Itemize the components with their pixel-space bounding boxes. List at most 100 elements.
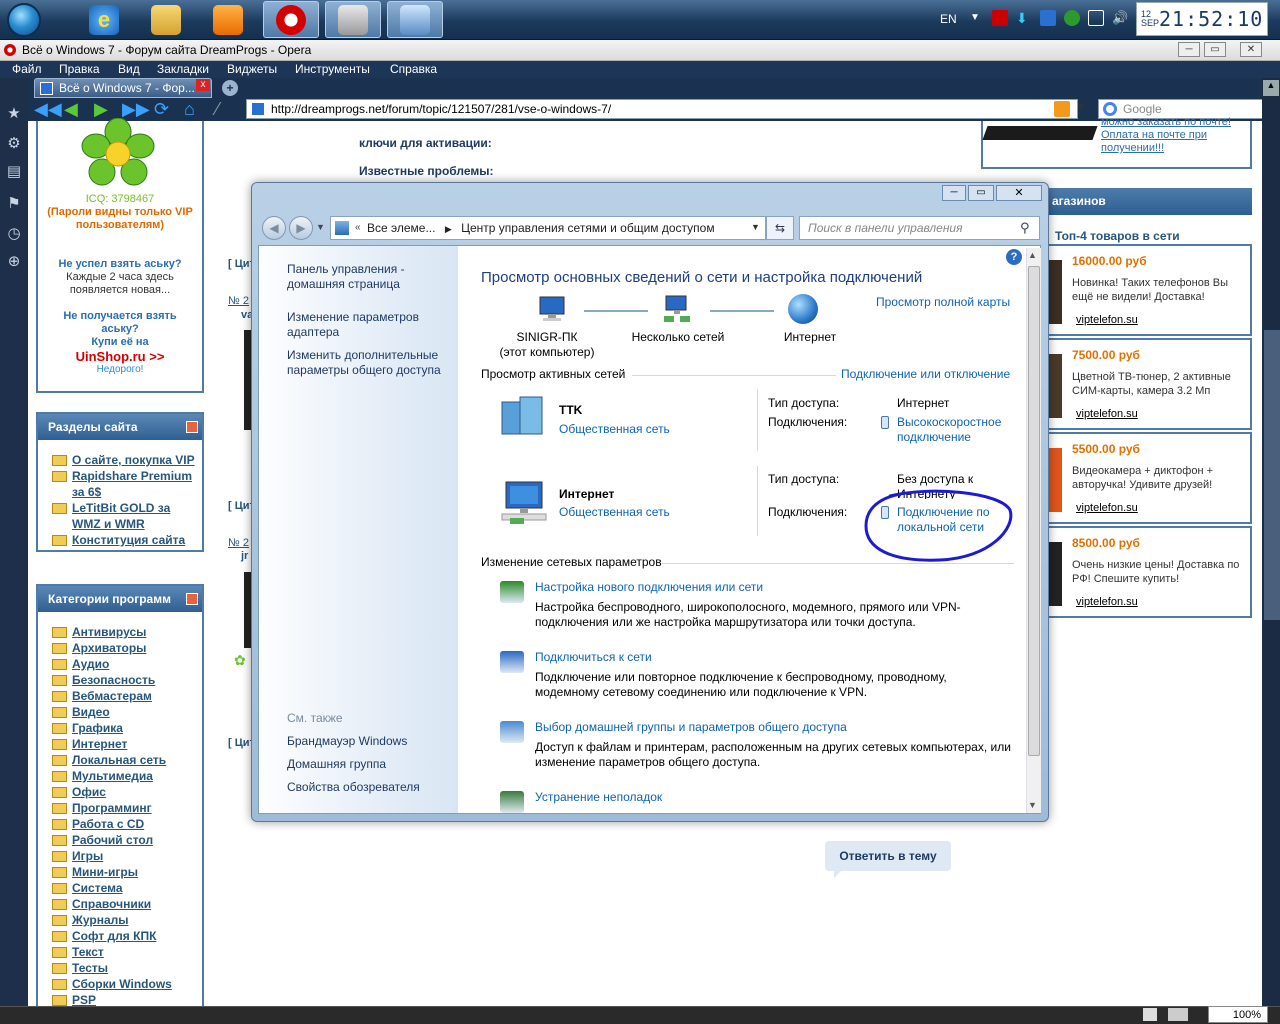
category-item[interactable]: Архиваторы xyxy=(52,640,202,656)
menu-help[interactable]: Справка xyxy=(390,61,437,77)
category-item[interactable]: Рабочий стол xyxy=(52,832,202,848)
see-also-internet-options[interactable]: Свойства обозревателя xyxy=(287,780,420,795)
taskbar-explorer-button[interactable] xyxy=(138,1,194,38)
address-dropdown-icon[interactable]: ▼ xyxy=(1076,102,1086,113)
task-link[interactable]: Устранение неполадок xyxy=(535,790,662,804)
reply-button[interactable]: Ответить в тему xyxy=(825,841,951,871)
connect-disconnect-link[interactable]: Подключение или отключение xyxy=(841,367,1010,381)
see-also-firewall[interactable]: Брандмауэр Windows xyxy=(287,734,407,749)
category-item[interactable]: Офис xyxy=(52,784,202,800)
dlg-minimize-button[interactable]: ─ xyxy=(942,185,966,201)
side-link-home[interactable]: Панель управления - домашняя страница xyxy=(287,262,437,292)
section-item[interactable]: Rapidshare Premium за 6$ xyxy=(52,468,202,500)
category-item[interactable]: Работа с CD xyxy=(52,816,202,832)
breadcrumb-item[interactable]: Центр управления сетями и общим доступом xyxy=(461,221,715,235)
wand-icon[interactable]: ⁄ xyxy=(216,98,219,120)
side-link-adapter[interactable]: Изменение параметров адаптера xyxy=(287,310,437,340)
scroll-up-icon[interactable]: ▲ xyxy=(1028,250,1037,260)
home-icon[interactable]: ⌂ xyxy=(184,98,195,120)
product-card[interactable]: 16000.00 руб Новинка! Таких телефонов Вы … xyxy=(1048,244,1252,336)
menu-view[interactable]: Вид xyxy=(118,61,140,77)
task-link[interactable]: Настройка нового подключения или сети xyxy=(535,580,763,594)
forward-icon[interactable]: ▶ xyxy=(94,98,108,120)
add-panel-icon[interactable]: ⊕ xyxy=(5,252,23,270)
bookmarks-star-icon[interactable]: ★ xyxy=(5,104,23,122)
category-item[interactable]: Интернет xyxy=(52,736,202,752)
menu-tools[interactable]: Инструменты xyxy=(295,61,370,77)
rewind-icon[interactable]: ◀◀ xyxy=(34,98,62,120)
category-item[interactable]: Мини-игры xyxy=(52,864,202,880)
order-text[interactable]: можно заказать по почте! Оплата на почте … xyxy=(1101,116,1231,155)
uinshop-link[interactable]: UinShop.ru >> xyxy=(40,349,200,364)
transfers-icon[interactable]: ⚑ xyxy=(5,194,23,212)
zoom-level[interactable]: 100% xyxy=(1208,1006,1268,1023)
network-type-link[interactable]: Общественная сеть xyxy=(559,422,670,436)
uin-question[interactable]: Не получается взять аську? xyxy=(48,310,192,336)
back-icon[interactable]: ◀ xyxy=(64,98,78,120)
post-number[interactable]: № 2 xyxy=(228,295,249,307)
taskbar-control-panel-button[interactable] xyxy=(387,1,443,38)
tray-download-icon[interactable]: ⬇ xyxy=(1016,10,1032,26)
category-item[interactable]: Текст xyxy=(52,944,202,960)
scroll-down-icon[interactable]: ▼ xyxy=(1028,800,1037,810)
see-also-homegroup[interactable]: Домашняя группа xyxy=(287,757,386,772)
dlg-close-button[interactable]: ✕ xyxy=(996,185,1042,201)
menu-widgets[interactable]: Виджеты xyxy=(227,61,277,77)
category-item[interactable]: Тесты xyxy=(52,960,202,976)
section-item[interactable]: LeTitBit GOLD за WMZ и WMR xyxy=(52,500,202,532)
dlg-search-input[interactable]: Поиск в панели управления xyxy=(799,216,1040,240)
full-map-link[interactable]: Просмотр полной карты xyxy=(876,295,1010,309)
connection-link[interactable]: Высокоскоростное подключение xyxy=(897,415,1015,445)
dlg-refresh-icon[interactable]: ⇆ xyxy=(766,216,794,240)
product-card[interactable]: 8500.00 руб Очень низкие цены! Доставка п… xyxy=(1048,526,1252,618)
language-indicator[interactable]: EN xyxy=(940,12,957,26)
search-icon[interactable]: ⚲ xyxy=(1020,220,1030,236)
notes-icon[interactable]: ▤ xyxy=(5,162,23,180)
post-author[interactable]: jr xyxy=(241,550,248,562)
tab-active[interactable]: Всё о Windows 7 - Фор... xyxy=(34,78,212,98)
breadcrumb-chevron-icon[interactable]: ▶ xyxy=(445,224,452,234)
dlg-back-button[interactable]: ◀ xyxy=(262,216,286,240)
category-item[interactable]: Безопасность xyxy=(52,672,202,688)
fast-forward-icon[interactable]: ▶▶ xyxy=(122,98,150,120)
category-item[interactable]: Вебмастерам xyxy=(52,688,202,704)
dlg-maximize-button[interactable]: ▭ xyxy=(968,185,994,201)
maximize-button[interactable]: ▭ xyxy=(1204,42,1226,57)
task-link[interactable]: Подключиться к сети xyxy=(535,650,652,664)
reload-icon[interactable]: ⟳ xyxy=(154,98,169,120)
tray-lastfm-icon[interactable] xyxy=(992,10,1008,26)
category-item[interactable]: Мультимедиа xyxy=(52,768,202,784)
new-tab-icon[interactable]: + xyxy=(222,80,238,96)
product-card[interactable]: 7500.00 руб Цветной ТВ-тюнер, 2 активные … xyxy=(1048,338,1252,430)
task-link[interactable]: Выбор домашней группы и параметров общег… xyxy=(535,720,847,734)
breadcrumb-dropdown-icon[interactable]: ▼ xyxy=(751,222,760,232)
taskbar-ie-button[interactable]: e xyxy=(76,1,132,38)
taskbar-network-button[interactable] xyxy=(325,1,381,38)
category-item[interactable]: Софт для КПК xyxy=(52,928,202,944)
menu-file[interactable]: Файл xyxy=(12,61,42,77)
tray-network-icon[interactable] xyxy=(1088,10,1104,26)
address-field[interactable]: http://dreamprogs.net/forum/topic/121507… xyxy=(246,99,1078,119)
section-item[interactable]: О сайте, покупка VIP xyxy=(52,452,202,468)
close-button[interactable]: ✕ xyxy=(1240,42,1262,57)
settings-gear-icon[interactable]: ⚙ xyxy=(5,134,23,152)
tray-volume-icon[interactable]: 🔊 xyxy=(1112,10,1128,26)
network-type-link[interactable]: Общественная сеть xyxy=(559,505,670,519)
image-toggle-icon[interactable] xyxy=(1168,1008,1188,1021)
category-item[interactable]: Сборки Windows xyxy=(52,976,202,992)
category-item[interactable]: Программинг xyxy=(52,800,202,816)
minimize-button[interactable]: ─ xyxy=(1178,42,1200,57)
menu-bookmarks[interactable]: Закладки xyxy=(157,61,209,77)
section-item[interactable]: Конституция сайта xyxy=(52,532,202,548)
top4-title[interactable]: Топ-4 товаров в сети xyxy=(1055,229,1180,243)
category-item[interactable]: Журналы xyxy=(52,912,202,928)
breadcrumb-item[interactable]: Все элеме... xyxy=(367,221,435,235)
category-item[interactable]: Графика xyxy=(52,720,202,736)
taskbar-opera-button[interactable] xyxy=(263,1,319,38)
category-item[interactable]: Справочники xyxy=(52,896,202,912)
product-site-link[interactable]: viptelefon.su xyxy=(1076,596,1138,608)
product-site-link[interactable]: viptelefon.su xyxy=(1076,314,1138,326)
start-button[interactable] xyxy=(2,1,46,39)
category-item[interactable]: Аудио xyxy=(52,656,202,672)
side-link-sharing[interactable]: Изменить дополнительные параметры общего… xyxy=(287,348,447,378)
